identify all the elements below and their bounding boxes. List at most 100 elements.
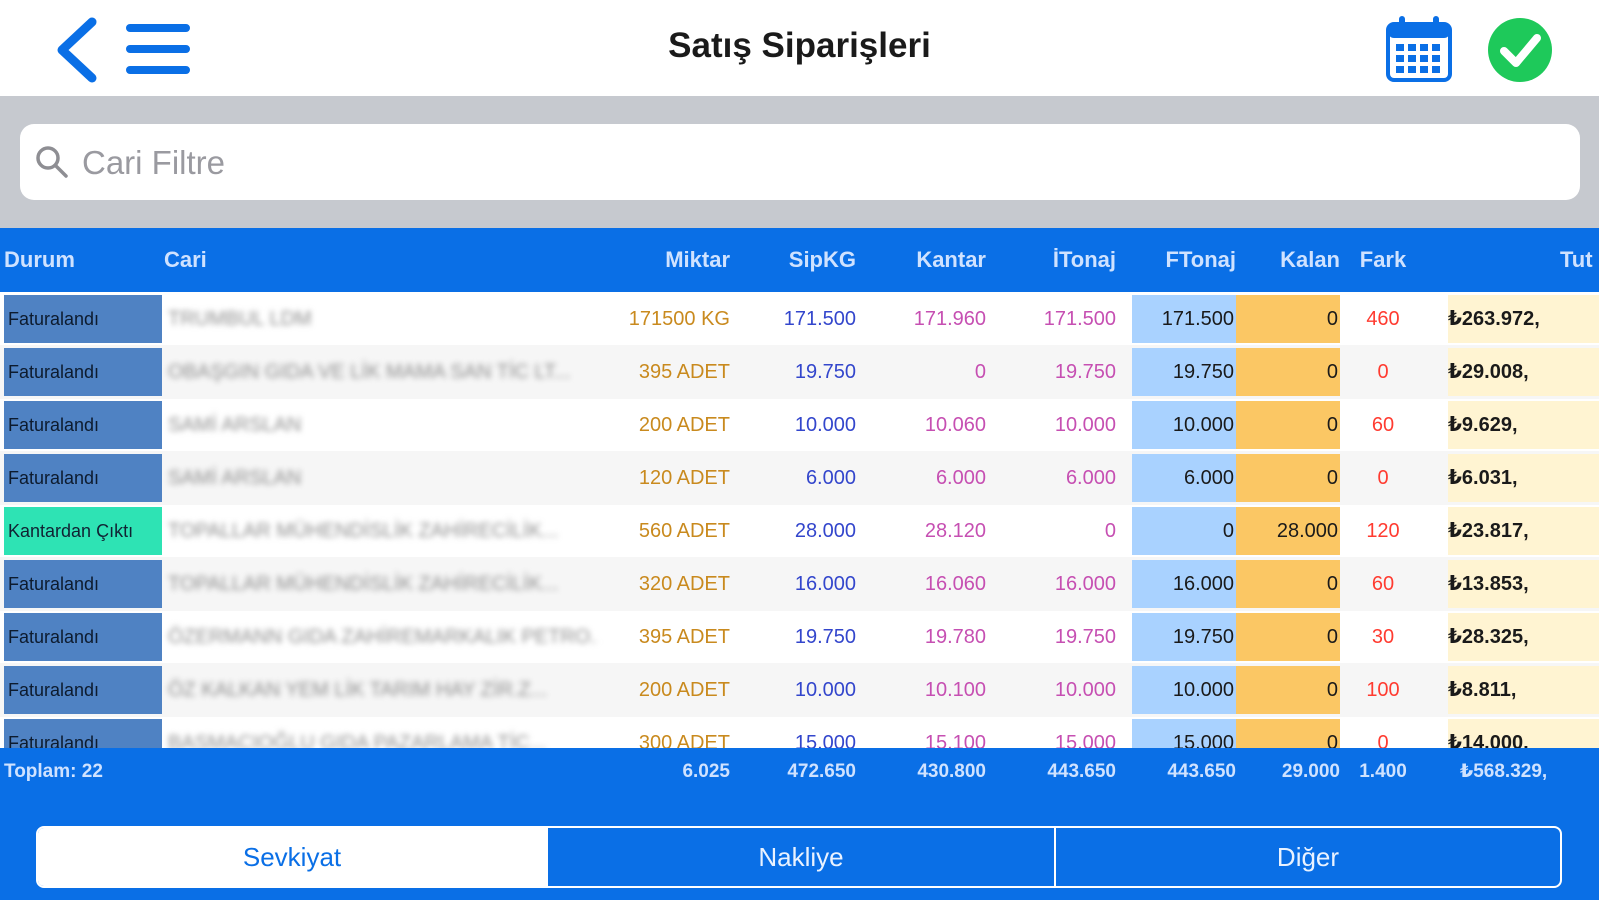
table-header: Durum Cari Miktar SipKG Kantar İTonaj FT… xyxy=(0,228,1599,292)
kantar-cell: 19.780 xyxy=(924,626,986,648)
sipkg-cell: 6.000 xyxy=(805,467,856,489)
kalan-cell: 0 xyxy=(1236,719,1340,748)
search-box[interactable] xyxy=(20,124,1580,200)
quantity-cell: 395 ADET xyxy=(638,361,730,383)
calendar-icon[interactable] xyxy=(1384,14,1454,84)
itonaj-cell: 15.000 xyxy=(1054,732,1116,748)
quantity-cell: 300 ADET xyxy=(638,732,730,748)
table-row[interactable]: Faturalandı OBAŞGIN GIDA VE LİK MAMA SAN… xyxy=(0,345,1599,399)
total-itonaj: 443.650 xyxy=(1047,761,1116,782)
table-row[interactable]: Faturalandı BASMACIOĞLU GIDA PAZARLAMA T… xyxy=(0,716,1599,748)
amount-cell: ₺6.031, xyxy=(1448,454,1599,502)
fark-cell: 0 xyxy=(1377,361,1389,383)
itonaj-cell: 10.000 xyxy=(1054,679,1116,701)
status-badge: Faturalandı xyxy=(4,295,162,343)
quantity-cell: 120 ADET xyxy=(638,467,730,489)
customer-name: OBAŞGIN GIDA VE LİK MAMA SAN TİC LT... xyxy=(168,361,571,383)
table-row[interactable]: Faturalandı ÖZERMANN GIDA ZAHİREMARKALIK… xyxy=(0,610,1599,664)
column-header-kantar[interactable]: Kantar xyxy=(866,228,986,292)
kalan-cell: 0 xyxy=(1236,348,1340,396)
kalan-cell: 0 xyxy=(1236,295,1340,343)
sipkg-cell: 15.000 xyxy=(794,732,856,748)
segment-nakliye[interactable]: Nakliye xyxy=(546,828,1054,886)
amount-cell: ₺263.972, xyxy=(1448,295,1599,343)
kalan-cell: 0 xyxy=(1236,666,1340,714)
itonaj-cell: 16.000 xyxy=(1054,573,1116,595)
status-badge: Kantardan Çıktı xyxy=(4,507,162,555)
table-row[interactable]: Faturalandı SAMİ ARSLAN 120 ADET 6.000 6… xyxy=(0,451,1599,505)
kantar-cell: 10.100 xyxy=(924,679,986,701)
kalan-cell: 0 xyxy=(1236,454,1340,502)
segment-sevkiyat[interactable]: Sevkiyat xyxy=(38,828,546,886)
fark-cell: 60 xyxy=(1371,414,1395,436)
kalan-cell: 0 xyxy=(1236,401,1340,449)
total-fark: 1.400 xyxy=(1359,761,1407,782)
sipkg-cell: 16.000 xyxy=(794,573,856,595)
column-header-fark[interactable]: Fark xyxy=(1348,228,1418,292)
itonaj-cell: 10.000 xyxy=(1054,414,1116,436)
fark-cell: 0 xyxy=(1377,732,1389,748)
column-header-itonaj[interactable]: İTonaj xyxy=(996,228,1116,292)
customer-name: BASMACIOĞLU GIDA PAZARLAMA TİC... xyxy=(168,732,547,748)
sipkg-cell: 10.000 xyxy=(794,414,856,436)
confirm-check-icon[interactable] xyxy=(1486,16,1554,84)
quantity-cell: 200 ADET xyxy=(638,679,730,701)
ftonaj-cell: 19.750 xyxy=(1132,613,1236,661)
total-tutar: ₺568.329, xyxy=(1460,761,1548,782)
column-header-durum[interactable]: Durum xyxy=(4,228,75,292)
itonaj-cell: 6.000 xyxy=(1065,467,1116,489)
navigation-bar: Satış Siparişleri xyxy=(0,0,1599,96)
amount-cell: ₺9.629, xyxy=(1448,401,1599,449)
ftonaj-cell: 6.000 xyxy=(1132,454,1236,502)
kantar-cell: 171.960 xyxy=(913,308,986,330)
kalan-cell: 0 xyxy=(1236,560,1340,608)
fark-cell: 30 xyxy=(1371,626,1395,648)
kantar-cell: 10.060 xyxy=(924,414,986,436)
sipkg-cell: 10.000 xyxy=(794,679,856,701)
kalan-cell: 0 xyxy=(1236,613,1340,661)
quantity-cell: 395 ADET xyxy=(638,626,730,648)
table-row[interactable]: Faturalandı SAMİ ARSLAN 200 ADET 10.000 … xyxy=(0,398,1599,452)
customer-name: SAMİ ARSLAN xyxy=(168,414,302,436)
table-row[interactable]: Faturalandı ÖZ KALKAN YEM LİK TARIM HAY … xyxy=(0,663,1599,717)
fark-cell: 100 xyxy=(1366,679,1400,701)
column-header-tutar[interactable]: Tut xyxy=(1560,228,1593,292)
total-sipkg: 472.650 xyxy=(787,761,856,782)
segmented-control: Sevkiyat Nakliye Diğer xyxy=(36,826,1562,888)
orders-table[interactable]: Faturalandı TRUMBUL LDM 171500 KG 171.50… xyxy=(0,292,1599,748)
ftonaj-cell: 10.000 xyxy=(1132,666,1236,714)
sipkg-cell: 171.500 xyxy=(783,308,856,330)
status-badge: Faturalandı xyxy=(4,666,162,714)
column-header-miktar[interactable]: Miktar xyxy=(600,228,730,292)
total-kantar: 430.800 xyxy=(917,761,986,782)
status-badge: Faturalandı xyxy=(4,348,162,396)
total-miktar: 6.025 xyxy=(682,761,730,782)
table-row[interactable]: Kantardan Çıktı TOPALLAR MÜHENDİSLİK ZAH… xyxy=(0,504,1599,558)
ftonaj-cell: 0 xyxy=(1132,507,1236,555)
fark-cell: 120 xyxy=(1366,520,1400,542)
itonaj-cell: 171.500 xyxy=(1043,308,1116,330)
table-row[interactable]: Faturalandı TOPALLAR MÜHENDİSLİK ZAHİREC… xyxy=(0,557,1599,611)
segment-diger[interactable]: Diğer xyxy=(1054,828,1560,886)
table-row[interactable]: Faturalandı TRUMBUL LDM 171500 KG 171.50… xyxy=(0,292,1599,346)
itonaj-cell: 0 xyxy=(1104,520,1116,542)
status-badge: Faturalandı xyxy=(4,454,162,502)
column-header-cari[interactable]: Cari xyxy=(164,228,207,292)
total-kalan: 29.000 xyxy=(1281,761,1340,782)
customer-name: TOPALLAR MÜHENDİSLİK ZAHİRECİLİK... xyxy=(168,520,559,542)
status-badge: Faturalandı xyxy=(4,719,162,748)
ftonaj-cell: 10.000 xyxy=(1132,401,1236,449)
cari-filter-input[interactable] xyxy=(80,132,1564,194)
customer-name: ÖZERMANN GIDA ZAHİREMARKALIK PETRO... xyxy=(168,626,598,648)
column-header-kalan[interactable]: Kalan xyxy=(1236,228,1340,292)
customer-name: ÖZ KALKAN YEM LİK TARIM HAY ZİR.Z... xyxy=(168,679,548,701)
itonaj-cell: 19.750 xyxy=(1054,626,1116,648)
column-header-ftonaj[interactable]: FTonaj xyxy=(1132,228,1236,292)
amount-cell: ₺29.008, xyxy=(1448,348,1599,396)
search-bar xyxy=(0,96,1599,228)
sipkg-cell: 19.750 xyxy=(794,361,856,383)
fark-cell: 460 xyxy=(1366,308,1400,330)
search-icon xyxy=(36,146,68,178)
amount-cell: ₺28.325, xyxy=(1448,613,1599,661)
column-header-sipkg[interactable]: SipKG xyxy=(740,228,856,292)
